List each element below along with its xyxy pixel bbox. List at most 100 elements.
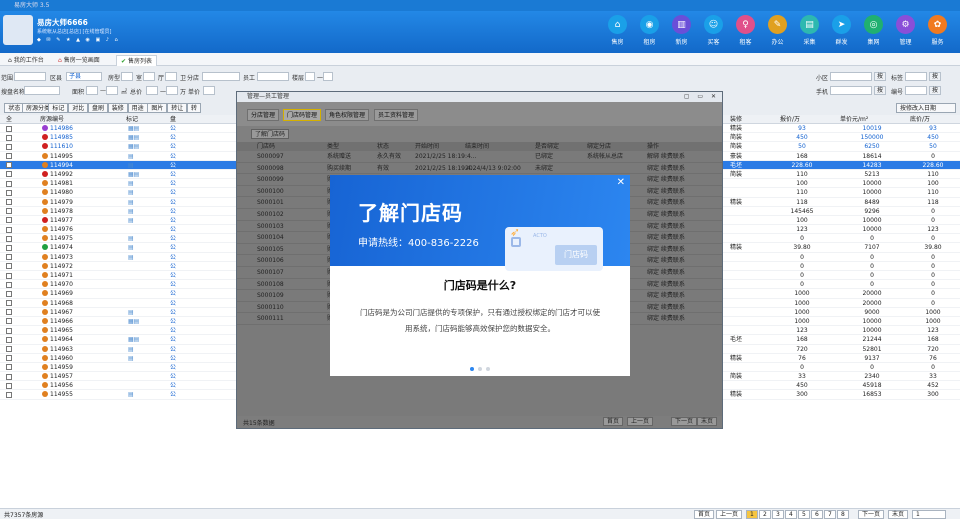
column-header[interactable]: 类型 xyxy=(327,142,339,151)
column-header[interactable]: 门店码 xyxy=(257,142,275,151)
branch-input[interactable] xyxy=(202,72,240,81)
store-code-row[interactable]: S000098 购买续期 有效 2021/2/25 18:19:4... 2024/4/… xyxy=(237,163,722,175)
row-checkbox[interactable] xyxy=(6,180,12,187)
topnav-item[interactable]: ♀ 租客 xyxy=(731,15,760,46)
row-checkbox[interactable] xyxy=(6,290,12,297)
topnav-item[interactable]: ✎ 办公 xyxy=(763,15,792,46)
listing-id[interactable]: 114974 xyxy=(42,243,73,252)
row-checkbox[interactable] xyxy=(6,327,12,334)
listing-id[interactable]: 114978 xyxy=(42,207,73,216)
column-header[interactable]: 房源编号 xyxy=(40,115,64,124)
listing-id[interactable]: 114960 xyxy=(42,354,73,363)
column-header[interactable]: 底价/万 xyxy=(910,115,930,124)
row-checkbox[interactable] xyxy=(6,153,12,160)
store-code-row[interactable]: S000097 系统赠送 永久有效 2021/2/25 18:19:4... 已绑定 系统… xyxy=(237,151,722,163)
column-header[interactable]: 标记 xyxy=(126,115,138,124)
learn-store-code-button[interactable]: 了解门店码 xyxy=(251,129,290,139)
listing-id[interactable]: 114985 xyxy=(42,133,73,142)
building-input[interactable] xyxy=(24,86,60,95)
row-checkbox[interactable] xyxy=(6,281,12,288)
listing-id[interactable]: 114972 xyxy=(42,262,73,271)
listing-id[interactable]: 114992 xyxy=(42,170,73,179)
column-header[interactable]: 报价/万 xyxy=(780,115,800,124)
row-checkbox[interactable] xyxy=(6,189,12,196)
window-controls-icon[interactable]: ▢ ▭ ✕ xyxy=(684,92,719,102)
dialog-pager-button[interactable]: 首页 xyxy=(603,417,624,426)
dialog-pager-button[interactable]: 下一页 xyxy=(671,417,698,426)
range-input[interactable] xyxy=(14,72,46,81)
row-checkbox[interactable] xyxy=(6,272,12,279)
topnav-item[interactable]: ▤ 采集 xyxy=(795,15,824,46)
page-button[interactable]: 2 xyxy=(759,510,771,519)
row-checkbox[interactable] xyxy=(6,143,12,150)
row-checkbox[interactable] xyxy=(6,226,12,233)
area-to-input[interactable] xyxy=(106,86,118,95)
store-code-cell[interactable]: 绑定 续费联系 xyxy=(647,232,685,243)
hall-input[interactable] xyxy=(143,72,155,81)
topnav-item[interactable]: ▥ 新房 xyxy=(667,15,696,46)
topnav-item[interactable]: ◉ 租房 xyxy=(635,15,664,46)
listing-id[interactable]: 114979 xyxy=(42,198,73,207)
column-header[interactable]: 盘 xyxy=(170,115,176,124)
tab-workbench[interactable]: ⌂ 我的工作台 xyxy=(4,55,48,66)
listing-id[interactable]: 114971 xyxy=(42,271,73,280)
store-code-cell[interactable]: 绑定 续费联系 xyxy=(647,221,685,232)
page-button[interactable]: 6 xyxy=(811,510,823,519)
listing-id[interactable]: 114964 xyxy=(42,335,73,344)
store-code-cell[interactable]: 绑定 续费联系 xyxy=(647,244,685,255)
estate-input[interactable] xyxy=(830,72,872,81)
tag-button[interactable]: 按 xyxy=(929,72,941,81)
store-code-cell[interactable]: 绑定 续费联系 xyxy=(647,163,685,174)
listing-id[interactable]: 111610 xyxy=(42,142,73,151)
row-checkbox[interactable] xyxy=(6,208,12,215)
tab-branch-management[interactable]: 分店管理 xyxy=(247,109,280,121)
estate-button[interactable]: 按 xyxy=(874,72,886,81)
row-checkbox[interactable] xyxy=(6,263,12,270)
listing-id[interactable]: 114959 xyxy=(42,363,73,372)
quick-icons[interactable]: ◆ ✉ ✎ ★ ▲ ◉ ▣ ♪ ⌂ xyxy=(37,37,120,43)
last-page-button[interactable]: 末页 xyxy=(888,510,909,519)
row-checkbox[interactable] xyxy=(6,373,12,380)
topnav-item[interactable]: ☺ 买客 xyxy=(699,15,728,46)
listing-id[interactable]: 114966 xyxy=(42,317,73,326)
toolbar-button[interactable]: 对比 xyxy=(68,103,89,113)
sort-select[interactable]: 按修改入日期 xyxy=(896,103,956,113)
row-checkbox[interactable] xyxy=(6,318,12,325)
listing-id[interactable]: 114963 xyxy=(42,345,73,354)
store-code-cell[interactable]: 绑定 续费联系 xyxy=(647,313,685,324)
page-button[interactable]: 8 xyxy=(837,510,849,519)
listing-id[interactable]: 114986 xyxy=(42,124,73,133)
price-to-input[interactable] xyxy=(166,86,178,95)
listing-id[interactable]: 114956 xyxy=(42,381,73,390)
row-checkbox[interactable] xyxy=(6,171,12,178)
row-checkbox[interactable] xyxy=(6,162,12,169)
tab-sale-list[interactable]: ✔ 售房列表 xyxy=(116,55,157,66)
row-checkbox[interactable] xyxy=(6,235,12,242)
dialog-pager-button[interactable]: 末页 xyxy=(697,417,718,426)
column-header[interactable]: 开始时间 xyxy=(415,142,439,151)
column-header[interactable]: 绑定分店 xyxy=(587,142,611,151)
listing-id[interactable]: 114965 xyxy=(42,326,73,335)
listing-id[interactable]: 114969 xyxy=(42,289,73,298)
carousel-dot-active[interactable] xyxy=(470,367,474,371)
toolbar-button[interactable]: 图片 xyxy=(147,103,168,113)
column-header[interactable]: 单价元/m² xyxy=(840,115,868,124)
number-button[interactable]: 按 xyxy=(929,86,941,95)
first-page-button[interactable]: 首页 xyxy=(694,510,715,519)
listing-id[interactable]: 114976 xyxy=(42,225,73,234)
floor-to-input[interactable] xyxy=(323,72,333,81)
number-input[interactable] xyxy=(905,86,927,95)
page-button[interactable]: 5 xyxy=(798,510,810,519)
floor-from-input[interactable] xyxy=(305,72,315,81)
store-code-cell[interactable]: 绑定 续费联系 xyxy=(647,267,685,278)
row-checkbox[interactable] xyxy=(6,199,12,205)
page-button[interactable]: 4 xyxy=(785,510,797,519)
row-checkbox[interactable] xyxy=(6,336,12,343)
column-header[interactable]: 状态 xyxy=(377,142,389,151)
toolbar-button[interactable]: 转 xyxy=(187,103,202,113)
row-checkbox[interactable] xyxy=(6,391,12,398)
listing-id[interactable]: 114973 xyxy=(42,253,73,262)
row-checkbox[interactable] xyxy=(6,346,12,352)
toolbar-button[interactable]: 盘刷 xyxy=(88,103,109,113)
listing-id[interactable]: 114968 xyxy=(42,299,73,308)
